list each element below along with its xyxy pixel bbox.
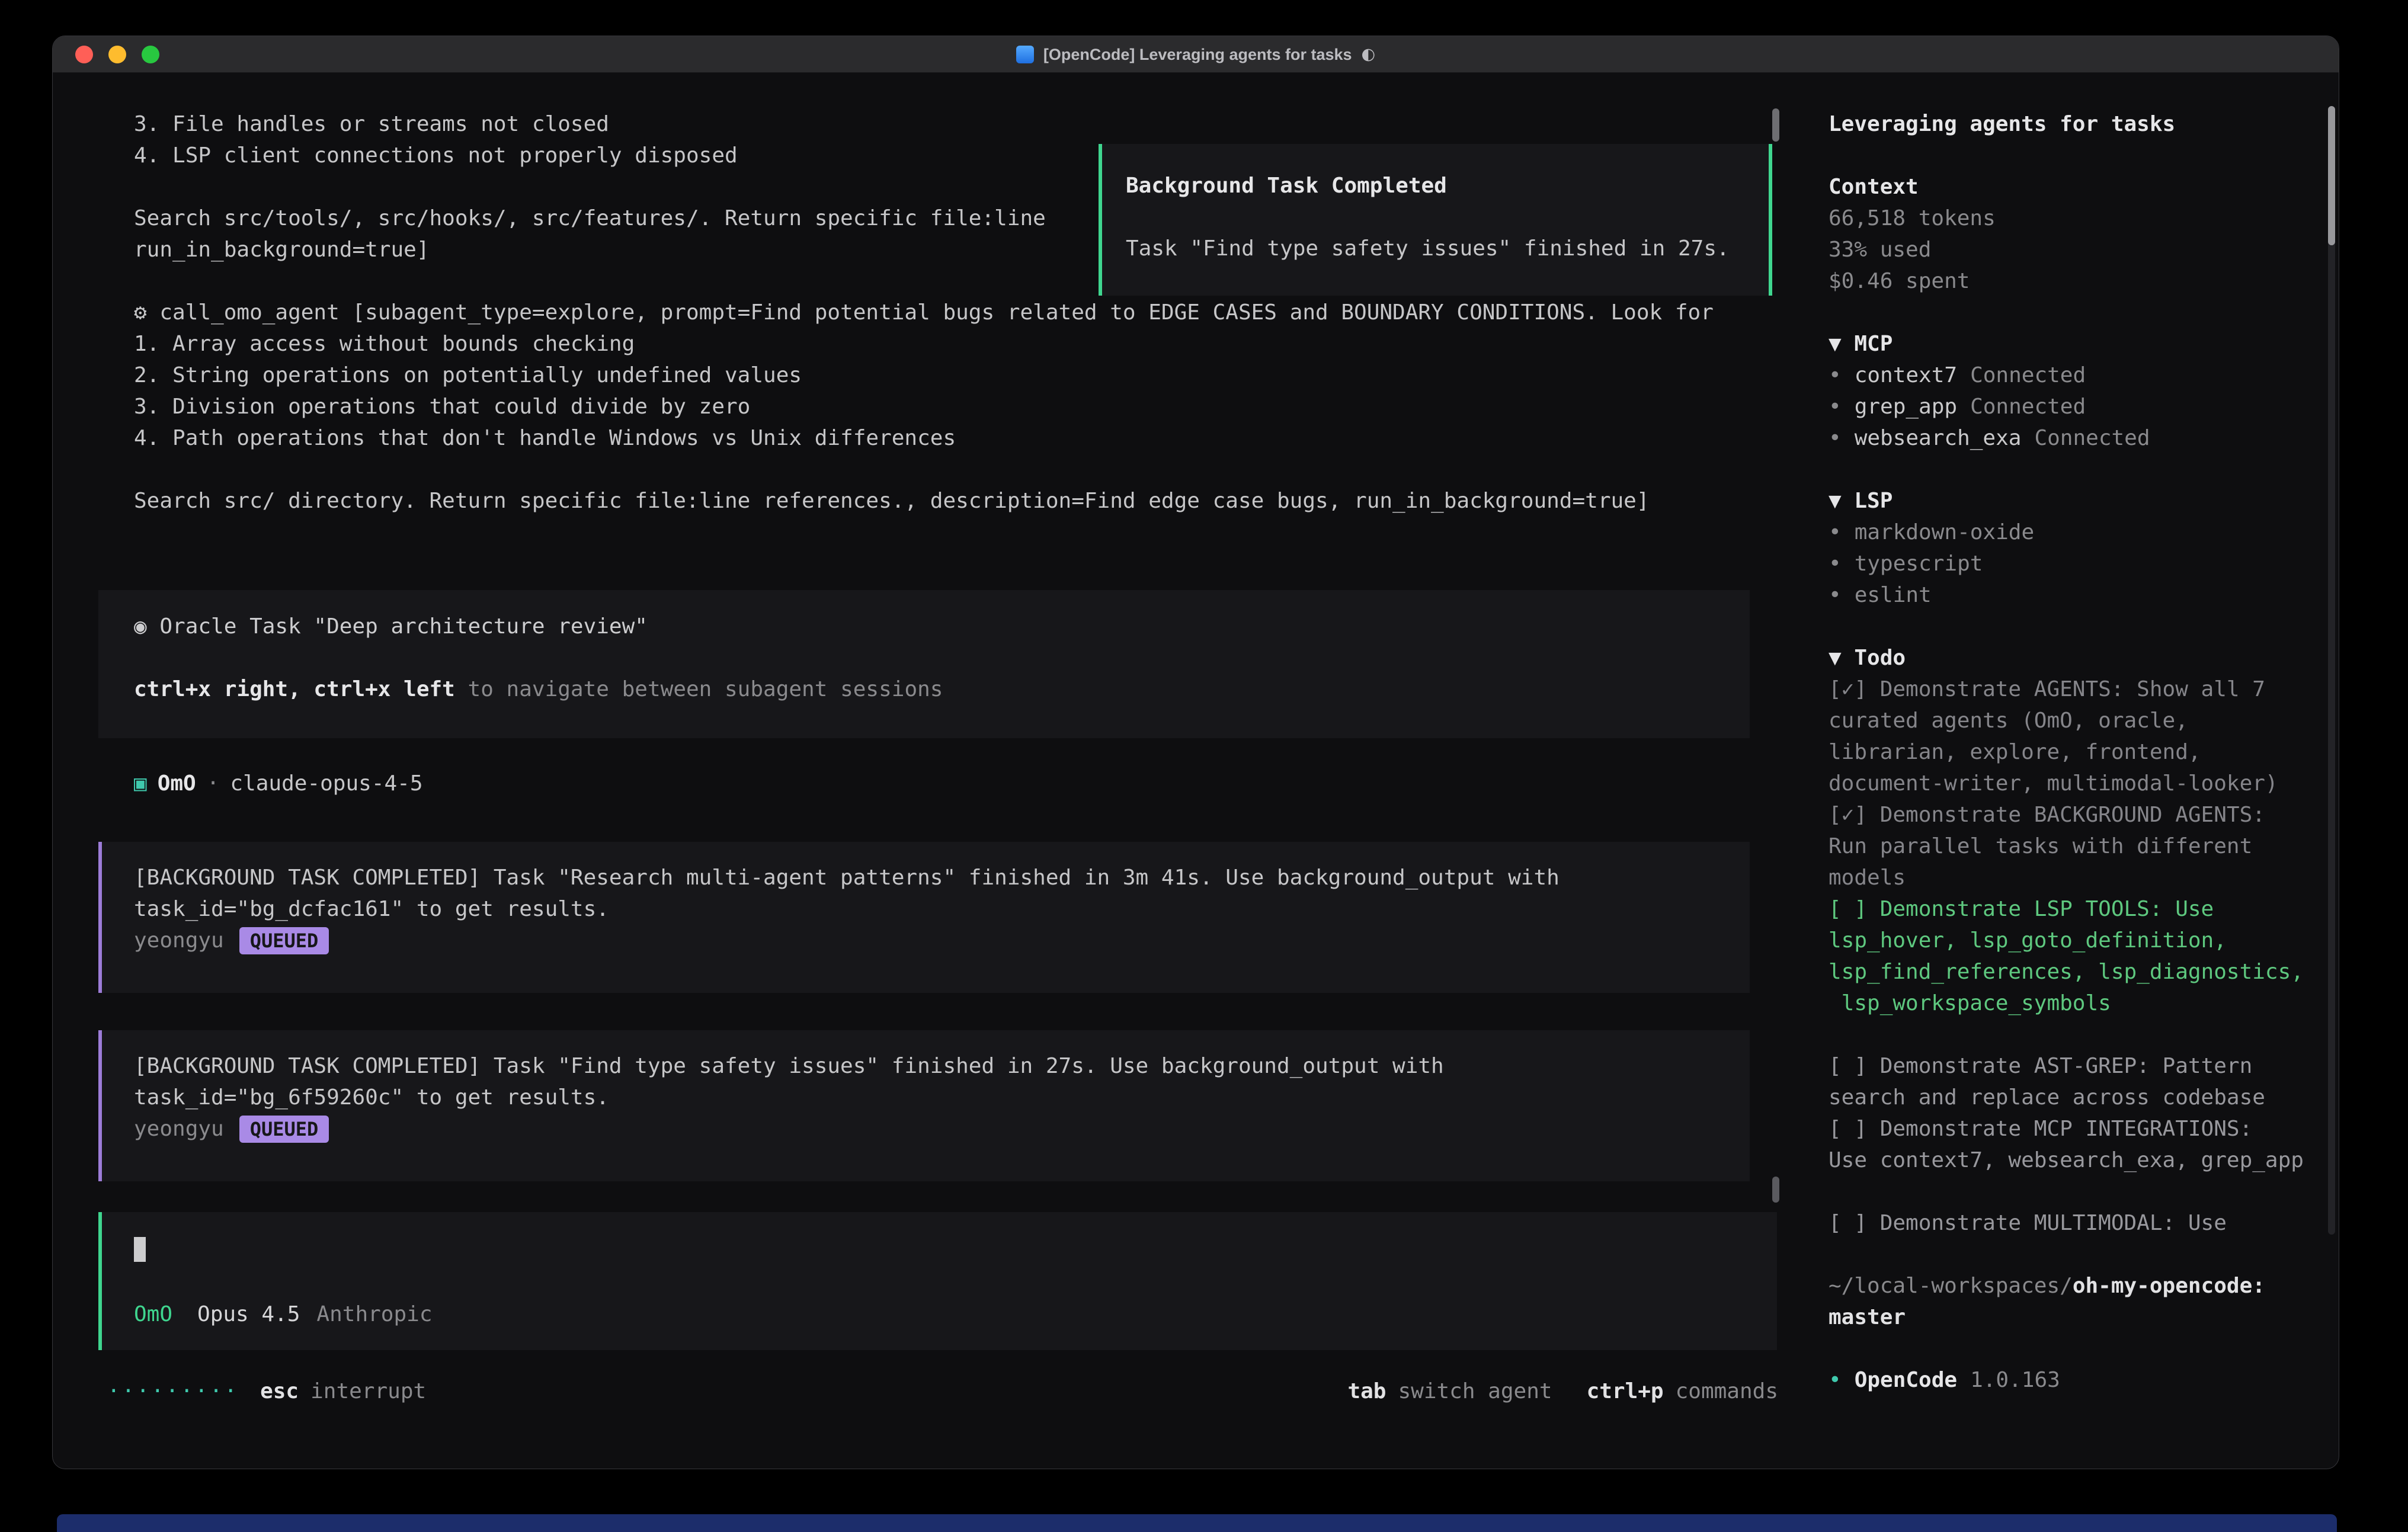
session-title: Leveraging agents for tasks: [1829, 108, 2305, 140]
sidebar-scrollbar-track[interactable]: [2328, 106, 2335, 1235]
todo-item-background-agents: [✓] Demonstrate BACKGROUND AGENTS: Run p…: [1829, 799, 2305, 893]
hint-text: to navigate between subagent sessions: [455, 677, 943, 701]
mcp-server-item: •websearch_exaConnected: [1829, 422, 2305, 454]
desktop-background: { "window": { "title": "[OpenCode] Lever…: [0, 0, 2408, 1532]
bullet-icon: •: [1829, 520, 1842, 544]
agent-icon: ▣: [134, 771, 147, 796]
message-text: [BACKGROUND TASK COMPLETED] Task "Find t…: [134, 1050, 1750, 1113]
bullet-icon: •: [1829, 1368, 1842, 1392]
status-bar: ········· esc interrupt tab switch agent…: [107, 1376, 1778, 1407]
titlebar[interactable]: [OpenCode] Leveraging agents for tasks ◐: [53, 36, 2339, 73]
tab-key-hint: tab: [1347, 1376, 1386, 1407]
queued-badge: QUEUED: [239, 927, 329, 954]
close-window-button[interactable]: [75, 46, 93, 63]
opencode-window: [OpenCode] Leveraging agents for tasks ◐…: [52, 36, 2339, 1469]
opencode-version-footer: • OpenCode 1.0.163: [1829, 1364, 2305, 1396]
mcp-server-item: •grep_appConnected: [1829, 391, 2305, 422]
lsp-server-item: •markdown-oxide: [1829, 517, 2305, 548]
message-author: yeongyu: [134, 1113, 224, 1145]
oracle-task-panel: ◉ Oracle Task "Deep architecture review"…: [98, 590, 1750, 738]
spinner-dots: ·········: [107, 1376, 239, 1407]
bullet-icon: •: [1829, 395, 1842, 419]
background-task-message-1: [BACKGROUND TASK COMPLETED] Task "Resear…: [98, 842, 1750, 993]
lsp-section: ▼ LSP •markdown-oxide •typescript •eslin…: [1829, 485, 2305, 611]
workspace-branch: master: [1829, 1302, 2305, 1333]
mcp-section-header[interactable]: ▼ MCP: [1829, 328, 2305, 360]
mcp-status: Connected: [1970, 395, 2086, 419]
message-author: yeongyu: [134, 925, 224, 956]
queued-badge: QUEUED: [239, 1116, 329, 1143]
agent-name: OmO: [158, 771, 196, 796]
context-heading: Context: [1829, 171, 2305, 203]
background-task-toast[interactable]: Background Task Completed Task "Find typ…: [1099, 144, 1772, 296]
ctrlp-key-hint: ctrl+p: [1587, 1376, 1664, 1407]
background-window-edge: [57, 1514, 2337, 1532]
main-scrollbar-thumb-lower[interactable]: [1772, 1177, 1779, 1203]
sidebar-scrollbar-thumb[interactable]: [2328, 106, 2335, 245]
todo-section-header[interactable]: ▼ Todo: [1829, 642, 2305, 674]
lsp-server-item: •eslint: [1829, 579, 2305, 611]
oracle-task-title: ◉ Oracle Task "Deep architecture review": [134, 611, 1750, 642]
mcp-status: Connected: [2034, 426, 2150, 450]
model-label: Opus 4.5: [197, 1302, 300, 1326]
bullet-icon: •: [1829, 426, 1842, 450]
message-meta: yeongyu QUEUED: [134, 1113, 1750, 1145]
context-spent: $0.46 spent: [1829, 265, 2305, 297]
session-loading-icon: ◐: [1362, 36, 1376, 73]
toast-body: Task "Find type safety issues" finished …: [1126, 233, 1769, 264]
app-name: OpenCode: [1855, 1368, 1957, 1392]
bullet-icon: •: [1829, 583, 1842, 607]
window-title: [OpenCode] Leveraging agents for tasks ◐: [1016, 36, 1375, 73]
bullet-icon: •: [1829, 552, 1842, 576]
message-text: [BACKGROUND TASK COMPLETED] Task "Resear…: [134, 862, 1750, 925]
mcp-section: ▼ MCP •context7Connected •grep_appConnec…: [1829, 328, 2305, 454]
todo-section: ▼ Todo [✓] Demonstrate AGENTS: Show all …: [1829, 642, 2305, 1239]
todo-item-agents: [✓] Demonstrate AGENTS: Show all 7 curat…: [1829, 674, 2305, 799]
background-task-message-2: [BACKGROUND TASK COMPLETED] Task "Find t…: [98, 1030, 1750, 1181]
mcp-server-item: •context7Connected: [1829, 360, 2305, 391]
terminal-app-icon: [1016, 46, 1034, 63]
app-version: 1.0.163: [1970, 1368, 2060, 1392]
zoom-window-button[interactable]: [142, 46, 159, 63]
main-scrollbar-thumb[interactable]: [1772, 108, 1779, 142]
todo-item-lsp-tools: [ ] Demonstrate LSP TOOLS: Use lsp_hover…: [1829, 893, 2305, 1019]
todo-item-mcp-integrations: [ ] Demonstrate MCP INTEGRATIONS: Use co…: [1829, 1113, 2305, 1176]
separator-dot: ·: [207, 771, 220, 796]
context-used: 33% used: [1829, 234, 2305, 265]
session-sidebar: Leveraging agents for tasks Context 66,5…: [1829, 108, 2305, 1396]
lsp-section-header[interactable]: ▼ LSP: [1829, 485, 2305, 517]
ctrlp-key-label: commands: [1676, 1376, 1778, 1407]
message-meta: yeongyu QUEUED: [134, 925, 1750, 956]
todo-item-multimodal: [ ] Demonstrate MULTIMODAL: Use: [1829, 1207, 2305, 1239]
window-title-text: [OpenCode] Leveraging agents for tasks: [1043, 36, 1352, 73]
context-tokens: 66,518 tokens: [1829, 203, 2305, 234]
context-section: Context 66,518 tokens 33% used $0.46 spe…: [1829, 171, 2305, 297]
minimize-window-button[interactable]: [108, 46, 126, 63]
workspace-info: ~/local-workspaces/oh-my-opencode: maste…: [1829, 1270, 2305, 1333]
subagent-navigation-hint: ctrl+x right, ctrl+x left to navigate be…: [134, 674, 1750, 705]
bullet-icon: •: [1829, 363, 1842, 387]
workspace-path: ~/local-workspaces/oh-my-opencode:: [1829, 1270, 2305, 1302]
todo-item-ast-grep: [ ] Demonstrate AST-GREP: Pattern search…: [1829, 1050, 2305, 1113]
text-cursor: [134, 1237, 146, 1262]
mcp-status: Connected: [1970, 363, 2086, 387]
input-model-info: OmO Opus 4.5 Anthropic: [134, 1299, 1777, 1330]
esc-key-hint: esc: [260, 1376, 299, 1407]
agent-header: ▣ OmO · claude-opus-4-5: [134, 768, 423, 799]
toast-title: Background Task Completed: [1126, 170, 1769, 201]
hint-keys: ctrl+x right, ctrl+x left: [134, 677, 455, 701]
prompt-input[interactable]: OmO Opus 4.5 Anthropic: [98, 1212, 1777, 1350]
esc-key-label: interrupt: [310, 1376, 426, 1407]
lsp-server-item: •typescript: [1829, 548, 2305, 579]
tab-key-label: switch agent: [1398, 1376, 1552, 1407]
window-controls: [75, 36, 159, 73]
agent-model: claude-opus-4-5: [230, 771, 422, 796]
active-agent-label: OmO: [134, 1302, 172, 1326]
status-bar-right: tab switch agent ctrl+p commands: [1347, 1376, 1778, 1407]
provider-label: Anthropic: [316, 1302, 432, 1326]
